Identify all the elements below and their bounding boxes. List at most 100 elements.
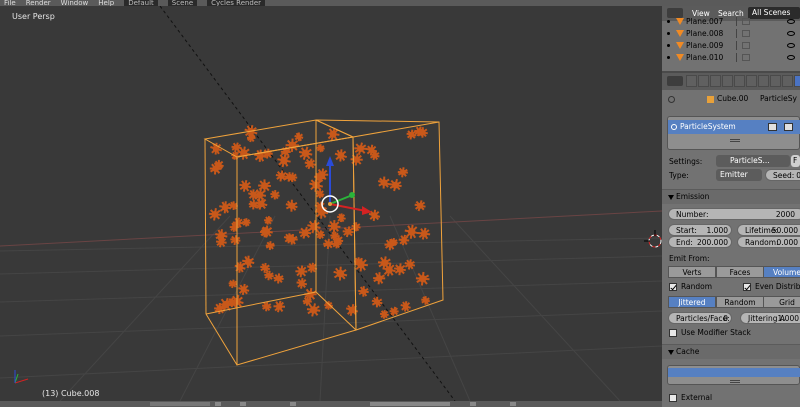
emit-from-faces[interactable]: Faces xyxy=(716,266,764,278)
object-tab-icon[interactable] xyxy=(734,75,745,87)
row-separator xyxy=(736,53,737,62)
lifetime-field[interactable]: Lifetime: 50.000 xyxy=(737,224,800,236)
end-value: 200.000 xyxy=(696,238,728,247)
visibility-eye-icon[interactable] xyxy=(787,31,795,36)
render-toggle-icon[interactable] xyxy=(768,123,777,131)
particle-sprite xyxy=(334,149,347,162)
distribution-grid[interactable]: Grid xyxy=(763,296,800,308)
particle-sprite xyxy=(371,296,383,308)
particle-system-item[interactable]: ParticleSystem xyxy=(668,120,800,134)
collapse-arrow-icon xyxy=(668,350,674,355)
jittering-amount-field[interactable]: Jittering A 1.000 xyxy=(740,312,800,324)
constraints-tab-icon[interactable] xyxy=(746,75,757,87)
right-panel: View Search All Scenes Plane.007 Plane.0… xyxy=(662,0,800,407)
seed-field[interactable]: Seed: 0 xyxy=(765,169,800,181)
render-icon[interactable] xyxy=(510,402,516,406)
breadcrumb: Cube.00 ParticleSy xyxy=(662,94,800,106)
end-field[interactable]: End: 200.000 xyxy=(668,236,732,248)
seed-value: 0 xyxy=(796,170,800,180)
use-modifier-stack-label: Use Modifier Stack xyxy=(681,328,751,337)
render-layers-tab-icon[interactable] xyxy=(698,75,709,87)
particle-sprite xyxy=(208,208,222,221)
3d-viewport[interactable]: User Persp (13) Cube.008 xyxy=(0,6,662,401)
settings-selector[interactable]: ParticleS... xyxy=(716,155,790,167)
external-label: External xyxy=(681,393,713,402)
viewport-toggle-icon[interactable] xyxy=(784,123,793,131)
emit-from-volume[interactable]: Volume xyxy=(763,266,800,278)
world-tab-icon[interactable] xyxy=(722,75,733,87)
mode-selector[interactable] xyxy=(215,402,221,406)
type-dropdown[interactable]: Emitter xyxy=(716,169,762,181)
modifiers-tab-icon[interactable] xyxy=(758,75,769,87)
outliner-row[interactable]: Plane.008 xyxy=(662,28,800,40)
random-label: Random: xyxy=(745,238,779,247)
particle-sprite xyxy=(377,176,390,189)
particle-sprite xyxy=(400,301,411,312)
visibility-eye-icon[interactable] xyxy=(787,43,795,48)
scene-tab-icon[interactable] xyxy=(710,75,721,87)
start-field[interactable]: Start: 1.000 xyxy=(668,224,732,236)
pivot-icon[interactable] xyxy=(290,402,296,406)
modifier-icon xyxy=(742,30,750,37)
even-distribution-checkbox[interactable] xyxy=(743,283,751,291)
start-value: 1.000 xyxy=(706,226,728,235)
particle-sprite xyxy=(248,199,259,210)
particles-face-value: 0 xyxy=(723,314,728,323)
jittering-value: 1.000 xyxy=(777,314,799,323)
view-mode-label: User Persp xyxy=(12,12,55,21)
lifetime-value: 50.000 xyxy=(771,226,798,235)
mesh-icon xyxy=(676,42,684,49)
particle-sprite xyxy=(219,201,232,214)
particle-sprite xyxy=(253,188,267,202)
random-checkbox-label: Random xyxy=(681,282,713,291)
render-tab-icon[interactable] xyxy=(686,75,697,87)
cache-panel-header[interactable]: Cache xyxy=(662,344,800,359)
use-modifier-stack-checkbox[interactable] xyxy=(669,329,677,337)
distribution-random[interactable]: Random xyxy=(716,296,764,308)
breadcrumb-particle-system: ParticleSy xyxy=(760,94,797,103)
cache-list-item[interactable] xyxy=(668,368,800,377)
outliner-row[interactable]: Plane.007 xyxy=(662,16,800,28)
outliner-row[interactable]: Plane.010 xyxy=(662,52,800,64)
particle-sprite xyxy=(324,301,333,310)
material-tab-icon[interactable] xyxy=(782,75,793,87)
snap-icon[interactable] xyxy=(470,402,476,406)
particles-per-face-field[interactable]: Particles/Face: 0 xyxy=(668,312,732,324)
emit-from-verts[interactable]: Verts xyxy=(668,266,716,278)
data-tab-icon[interactable] xyxy=(770,75,781,87)
number-field[interactable]: Number: 2000 xyxy=(668,208,800,220)
particle-sprite xyxy=(389,306,399,316)
editor-type-button[interactable] xyxy=(667,76,683,86)
particle-sprite xyxy=(231,142,242,153)
emission-panel-header[interactable]: Emission xyxy=(662,189,800,204)
particle-sprite xyxy=(421,296,431,305)
distribution-jittered[interactable]: Jittered xyxy=(668,296,716,308)
view-menu-icon[interactable] xyxy=(150,402,210,406)
fake-user-button[interactable]: F xyxy=(791,155,800,167)
particle-sprite xyxy=(418,227,431,240)
random-checkbox[interactable] xyxy=(669,283,677,291)
emit-from-label: Emit From: xyxy=(669,254,710,263)
particle-sprite xyxy=(294,132,304,142)
particle-sprite xyxy=(306,262,318,273)
particle-sprite xyxy=(273,273,284,284)
shading-icon[interactable] xyxy=(240,402,246,406)
row-separator xyxy=(736,41,737,50)
pin-icon[interactable] xyxy=(668,96,675,103)
layer-icon[interactable] xyxy=(370,402,450,406)
particles-tab-icon[interactable] xyxy=(794,75,800,87)
visibility-eye-icon[interactable] xyxy=(787,55,795,60)
particle-sprite xyxy=(327,220,341,233)
lifetime-random-field[interactable]: Random: 0.000 xyxy=(737,236,800,248)
visibility-eye-icon[interactable] xyxy=(787,19,795,24)
particle-sprite xyxy=(296,277,308,289)
outliner-row[interactable]: Plane.009 xyxy=(662,40,800,52)
list-resize-grip[interactable] xyxy=(730,139,740,140)
row-dot-icon xyxy=(667,44,670,47)
list-resize-grip[interactable] xyxy=(730,380,740,381)
particle-sprite xyxy=(210,142,223,155)
transform-manipulator[interactable] xyxy=(321,156,372,215)
viewport-canvas[interactable] xyxy=(0,6,662,401)
external-checkbox[interactable] xyxy=(669,394,677,402)
particle-sprite xyxy=(389,238,398,247)
